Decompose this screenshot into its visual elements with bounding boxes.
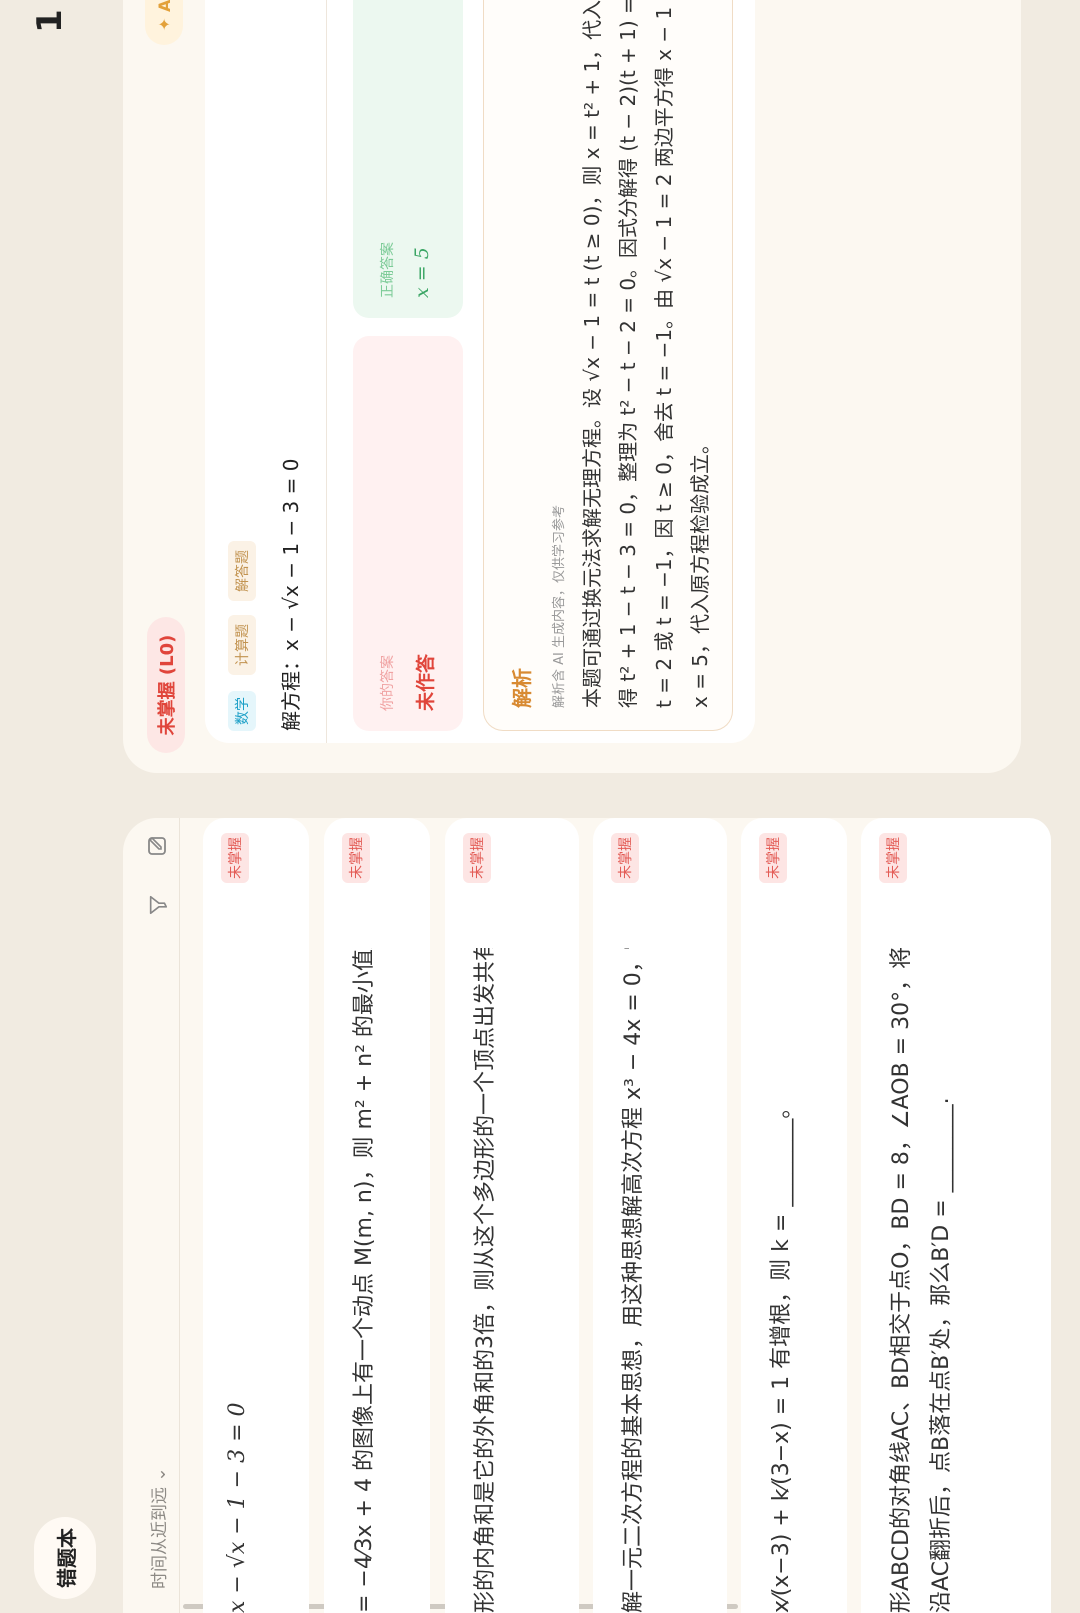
list-item[interactable]: 形ABCD的对角线AC、BD相交于点O，BD = 8，∠AOB = 30°，将平…: [861, 818, 1051, 1613]
edit-icon[interactable]: [145, 833, 169, 857]
analysis-box: 解析 解析含 AI 生成内容，仅供学习参考 本题可通过换元法求解无理方程。设 √…: [483, 0, 733, 731]
list-item-text: x − √x − 1 − 3 = 0: [225, 1402, 250, 1613]
analysis-line: x = 5，代入原方程检验成立。: [688, 433, 712, 708]
list-item[interactable]: x⁄(x−3) + k⁄(3−x) = 1 有增根，则 k = ________…: [741, 818, 847, 1613]
correct-answer-value: x = 5: [411, 247, 433, 298]
filter-icon[interactable]: [147, 894, 169, 916]
question-divider: [326, 0, 327, 743]
analysis-line: 本题可通过换元法求解无理方程。设 √x − 1 = t (t ≥ 0)，则 x …: [580, 0, 604, 708]
list-item[interactable]: 形的内角和是它的外角和的3倍，则从这个多边形的一个顶点出发共有________条…: [445, 818, 579, 1613]
analysis-line: t = 2 或 t = −1，因 t ≥ 0，舍去 t = −1。由 √x − …: [652, 0, 676, 708]
top-bar: 错题本 1: [0, 0, 120, 1613]
status-number: 1: [30, 9, 70, 33]
status-badge: 未掌握: [342, 833, 370, 883]
analysis-line: 得 t² + 1 − t − 3 = 0，整理为 t² − t − 2 = 0。…: [616, 0, 640, 708]
list-item[interactable]: = −4⁄3x + 4 的图像上有一个动点 M(m, n)，则 m² + n² …: [324, 818, 430, 1613]
your-answer-value: 未作答: [415, 653, 437, 711]
list-header-divider: [179, 818, 180, 1613]
analysis-title: 解析: [510, 668, 534, 708]
list-item-text: 形ABCD的对角线AC、BD相交于点O，BD = 8，∠AOB = 30°，将平…: [889, 948, 914, 1613]
ai-button[interactable]: ✦ AI: [145, 0, 183, 45]
question-detail-card: 数学 计算题 解答题 解方程：x − √x − 1 − 3 = 0 你的答案 未…: [205, 0, 755, 743]
list-item[interactable]: 解一元二次方程的基本思想，用这种思想解高次方程 x³ − 4x = 0，它的解是…: [593, 818, 727, 1613]
kind-tag: 解答题: [228, 541, 256, 601]
question-text: 解方程：x − √x − 1 − 3 = 0: [279, 458, 303, 731]
tab-mistake-book-label: 错题本: [54, 1528, 79, 1588]
sort-dropdown[interactable]: 时间从近到远 ⌄: [145, 1467, 170, 1589]
status-badge: 未掌握: [221, 833, 249, 883]
type-tag: 计算题: [228, 615, 256, 675]
tab-mistake-book[interactable]: 错题本: [34, 1517, 96, 1599]
your-answer-box: 你的答案 未作答: [353, 336, 463, 731]
list-item-text: x⁄(x−3) + k⁄(3−x) = 1 有增根，则 k = ________…: [769, 1096, 794, 1613]
list-item-text: = −4⁄3x + 4 的图像上有一个动点 M(m, n)，则 m² + n² …: [352, 948, 377, 1613]
correct-answer-box: 正确答案 x = 5: [353, 0, 463, 318]
list-item-text: 形的内角和是它的外角和的3倍，则从这个多边形的一个顶点出发共有________条…: [473, 948, 498, 1613]
list-item[interactable]: x − √x − 1 − 3 = 0 未掌握: [203, 818, 309, 1613]
rotated-screen: 错题本 1 时间从近到远 ⌄ x − √x − 1 − 3 = 0 未掌握 = …: [0, 0, 1080, 1613]
correct-answer-label: 正确答案: [380, 242, 396, 298]
status-badge: 未掌握: [879, 833, 907, 883]
subject-tag: 数学: [228, 691, 256, 731]
status-badge: 未掌握: [611, 833, 639, 883]
your-answer-label: 你的答案: [380, 655, 396, 711]
status-badge: 未掌握: [759, 833, 787, 883]
list-item-text-line2: 沿AC翻折后，点B落在点B′处，那么B′D = ________.: [929, 1097, 954, 1613]
list-item-text: 解一元二次方程的基本思想，用这种思想解高次方程 x³ − 4x = 0，它的解是…: [621, 948, 646, 1613]
mastery-level-badge: 未掌握 (L0): [147, 617, 185, 753]
analysis-note: 解析含 AI 生成内容，仅供学习参考: [552, 505, 567, 708]
status-badge: 未掌握: [463, 833, 491, 883]
question-list-panel: 时间从近到远 ⌄ x − √x − 1 − 3 = 0 未掌握 = −4⁄3x …: [123, 818, 1051, 1613]
